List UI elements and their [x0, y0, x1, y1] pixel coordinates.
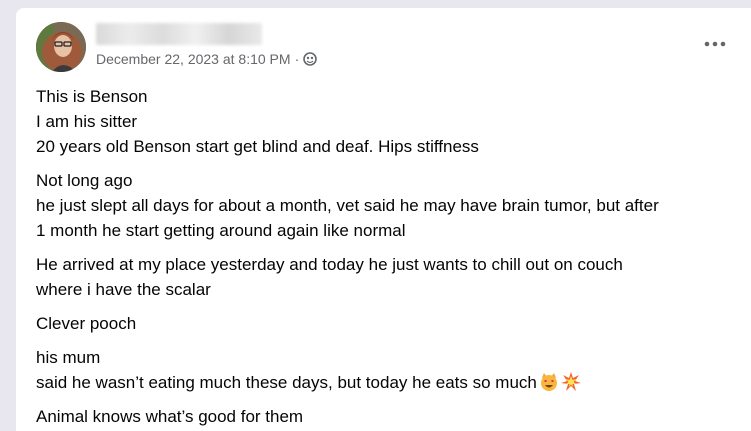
collision-emoji — [560, 372, 581, 392]
globe-icon[interactable] — [303, 52, 318, 66]
text-line: he just slept all days for about a month… — [36, 196, 659, 215]
text-line: Animal knows what’s good for them — [36, 407, 304, 426]
text-line: Clever pooch — [36, 314, 137, 333]
paragraph: He arrived at my place yesterday and tod… — [36, 252, 737, 302]
author-name[interactable] — [96, 23, 262, 45]
post-body: This is Benson I am his sitter 20 years … — [36, 84, 737, 431]
text-line-with-emoji: said he wasn’t eating much these days, b… — [36, 370, 737, 395]
post-date[interactable]: December 22, 2023 at 8:10 PM — [96, 51, 291, 67]
paragraph: This is Benson I am his sitter 20 years … — [36, 84, 737, 159]
post-card: December 22, 2023 at 8:10 PM · This is B… — [16, 8, 751, 431]
text-line: where i have the scalar — [36, 280, 211, 299]
avatar[interactable] — [36, 22, 86, 72]
more-options-icon — [704, 41, 726, 47]
text-line: He arrived at my place yesterday and tod… — [36, 255, 623, 274]
smiling-cat-heart-eyes-emoji — [539, 372, 559, 392]
text-line: his mum — [36, 348, 101, 367]
paragraph: Clever pooch — [36, 311, 737, 336]
text-line: Not long ago — [36, 171, 133, 190]
text-line: 1 month he start getting around again li… — [36, 221, 406, 240]
text-line: This is Benson — [36, 87, 148, 106]
more-options-button[interactable] — [701, 32, 729, 56]
post-meta: December 22, 2023 at 8:10 PM · — [96, 51, 318, 67]
text-line: said he wasn’t eating much these days, b… — [36, 373, 537, 392]
paragraph: Animal knows what’s good for them — [36, 404, 737, 429]
text-line: 20 years old Benson start get blind and … — [36, 137, 479, 156]
text-line: I am his sitter — [36, 112, 138, 131]
meta-separator: · — [294, 51, 300, 67]
paragraph: Not long ago he just slept all days for … — [36, 168, 737, 243]
paragraph: his mum said he wasn’t eating much these… — [36, 345, 737, 395]
